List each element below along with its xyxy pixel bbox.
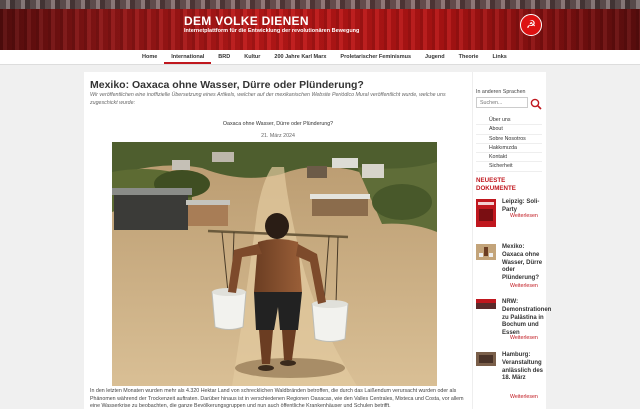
- nav-item-international[interactable]: International: [164, 50, 212, 64]
- sidebar-link-kontakt[interactable]: Kontakt: [476, 153, 542, 163]
- document-date: 21. März 2024: [261, 133, 295, 139]
- search-input[interactable]: [476, 97, 528, 108]
- main-navigation: Home International BRD Kultur 200 Jahre …: [0, 50, 640, 65]
- document-thumbnail: [476, 199, 496, 227]
- read-more-link[interactable]: Weiterlesen: [510, 283, 538, 289]
- nav-item-proletarischer-feminismus[interactable]: Proletarischer Feminismus: [333, 50, 418, 64]
- newest-documents-heading: NEUESTE DOKUMENTE: [476, 177, 516, 192]
- document-title[interactable]: Mexiko: Oaxaca ohne Wasser, Dürre oder P…: [502, 244, 546, 283]
- nav-item-home[interactable]: Home: [135, 50, 164, 64]
- read-more-link[interactable]: Weiterlesen: [510, 394, 538, 400]
- other-languages-label[interactable]: In anderen Sprachen: [476, 89, 525, 95]
- article-body: In den letzten Monaten wurden mehr als 4…: [90, 388, 464, 409]
- article-photo: [112, 142, 437, 386]
- article-content: Mexiko: Oaxaca ohne Wasser, Dürre oder P…: [84, 72, 472, 409]
- site-subtitle: Internetplattform für die Entwicklung de…: [184, 28, 360, 34]
- nav-item-kultur[interactable]: Kultur: [237, 50, 267, 64]
- document-thumbnail: [476, 299, 496, 309]
- sidebar: In anderen Sprachen Über uns About Sobre…: [472, 72, 551, 409]
- sidebar-link-sicherheit[interactable]: Sicherheit: [476, 162, 542, 172]
- sidebar-link-hakkimizda[interactable]: Hakkımızda: [476, 144, 542, 154]
- water-carrier-photo-illustration: [112, 142, 437, 386]
- site-header: DEM VOLKE DIENEN Internetplattform für d…: [0, 0, 640, 50]
- read-more-link[interactable]: Weiterlesen: [510, 213, 538, 219]
- sidebar-link-about[interactable]: About: [476, 125, 542, 135]
- nav-item-brd[interactable]: BRD: [211, 50, 237, 64]
- site-title[interactable]: DEM VOLKE DIENEN: [184, 14, 309, 28]
- article-title: Mexiko: Oaxaca ohne Wasser, Dürre oder P…: [90, 79, 364, 91]
- hammer-sickle-logo-icon[interactable]: ☭: [520, 14, 542, 36]
- document-title[interactable]: NRW: Demonstrationen zu Palästina in Boc…: [502, 299, 551, 338]
- nav-item-jugend[interactable]: Jugend: [418, 50, 452, 64]
- sidebar-link-ueber-uns[interactable]: Über uns: [476, 116, 542, 126]
- nav-item-karl-marx[interactable]: 200 Jahre Karl Marx: [267, 50, 333, 64]
- read-more-link[interactable]: Weiterlesen: [510, 335, 538, 341]
- sidebar-link-sobre-nosotros[interactable]: Sobre Nosotros: [476, 135, 542, 144]
- nav-item-theorie[interactable]: Theorie: [452, 50, 486, 64]
- nav-item-links[interactable]: Links: [485, 50, 513, 64]
- article-intro: Wir veröffentlichen eine inoffizielle Üb…: [90, 92, 446, 106]
- sidebar-links: Über uns About Sobre Nosotros Hakkımızda…: [476, 116, 542, 172]
- header-photo-strip: [0, 0, 640, 9]
- search-icon[interactable]: [530, 97, 542, 110]
- document-thumbnail: [476, 244, 496, 260]
- document-title[interactable]: Hamburg: Veranstaltung anlässlich des 18…: [502, 352, 546, 383]
- document-thumbnail: [476, 352, 496, 366]
- document-title: Oaxaca ohne Wasser, Dürre oder Plünderun…: [222, 121, 334, 127]
